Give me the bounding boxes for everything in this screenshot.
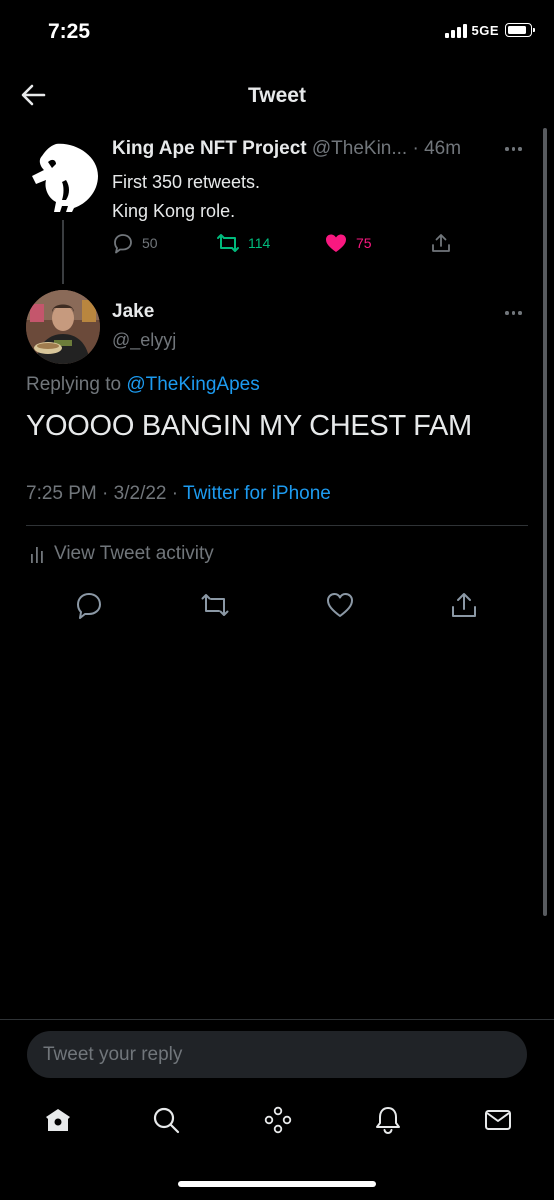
- home-icon: [46, 1109, 70, 1131]
- top-header: Tweet: [0, 64, 554, 124]
- reply-icon: [114, 234, 132, 254]
- parent-action-row: 50 114 75: [112, 232, 462, 256]
- replying-to-label: Replying to: [26, 374, 127, 395]
- reply-avatar[interactable]: [26, 290, 100, 364]
- status-bar: 7:25 5GE: [0, 0, 554, 60]
- tweet-detail-screen: 7:25 5GE Tweet King Ape NFT Project @The…: [0, 0, 554, 1200]
- messages-icon: [485, 1110, 511, 1130]
- signal-strength-icon: [445, 22, 468, 38]
- share-button[interactable]: [449, 590, 479, 620]
- parent-retweet-button[interactable]: 114: [216, 232, 270, 254]
- battery-level: [508, 26, 526, 34]
- parent-reply-button[interactable]: 50: [112, 232, 158, 254]
- parent-tweet-text: First 350 retweets. King Kong role.: [112, 168, 260, 226]
- parent-like-button[interactable]: 75: [324, 232, 372, 254]
- status-indicators: 5GE: [445, 22, 535, 38]
- tab-spaces[interactable]: [262, 1104, 294, 1136]
- parent-tweet-header: King Ape NFT Project @TheKin... · 46m: [112, 138, 461, 160]
- reply-action-row: [0, 590, 554, 624]
- tweet-date: 3/2/22: [113, 483, 167, 504]
- divider: [26, 525, 528, 526]
- bottom-tab-bar: [0, 1100, 554, 1144]
- analytics-icon: [31, 547, 43, 563]
- parent-share-button[interactable]: [430, 232, 452, 254]
- spaces-icon: [264, 1106, 292, 1134]
- scrollbar[interactable]: [543, 128, 547, 916]
- user-photo-icon: [26, 290, 100, 364]
- retweet-button[interactable]: [200, 590, 230, 620]
- reply-compose-box[interactable]: [27, 1031, 527, 1078]
- parent-author-name[interactable]: King Ape NFT Project: [112, 138, 307, 159]
- parent-time-ago: · 46m: [412, 138, 462, 159]
- bottom-divider: [0, 1019, 554, 1020]
- reply-input[interactable]: [43, 1043, 527, 1066]
- tweet-time: 7:25 PM: [26, 483, 97, 504]
- replying-to-mention[interactable]: @TheKingApes: [126, 374, 259, 395]
- like-button[interactable]: [325, 590, 355, 620]
- parent-tweet-line: King Kong role.: [112, 201, 236, 221]
- tweet-source-link[interactable]: Twitter for iPhone: [183, 483, 331, 504]
- reply-button[interactable]: [74, 590, 104, 620]
- reply-author-handle[interactable]: @_elyyj: [112, 330, 176, 351]
- tweet-meta: 7:25 PM · 3/2/22 · Twitter for iPhone: [26, 483, 331, 504]
- parent-reply-count: 50: [142, 235, 158, 251]
- parent-tweet-line: First 350 retweets.: [112, 172, 261, 192]
- replying-to-line: Replying to @TheKingApes: [26, 374, 260, 396]
- heart-filled-icon: [326, 234, 346, 252]
- parent-more-button[interactable]: [505, 144, 527, 154]
- king-ape-logo-icon: [26, 140, 100, 214]
- search-icon: [153, 1107, 180, 1134]
- tab-search[interactable]: [150, 1104, 182, 1136]
- heart-icon: [327, 593, 353, 617]
- view-tweet-activity-label: View Tweet activity: [54, 543, 214, 564]
- reply-icon: [77, 593, 101, 619]
- notifications-icon: [376, 1107, 400, 1135]
- parent-like-count: 75: [356, 235, 372, 251]
- home-indicator[interactable]: [178, 1181, 376, 1187]
- view-tweet-activity-button[interactable]: View Tweet activity: [30, 543, 214, 565]
- retweet-icon: [217, 234, 239, 252]
- share-icon: [452, 593, 476, 617]
- reply-author-name[interactable]: Jake: [112, 301, 154, 323]
- share-icon: [432, 234, 450, 252]
- reply-more-button[interactable]: [505, 308, 527, 318]
- retweet-icon: [201, 594, 229, 616]
- tab-messages[interactable]: [482, 1104, 514, 1136]
- reply-tweet-text: YOOOO BANGIN MY CHEST FAM: [26, 410, 472, 442]
- thread-line: [62, 220, 64, 284]
- status-time: 7:25: [48, 20, 91, 43]
- network-type: 5GE: [471, 22, 499, 38]
- tab-home[interactable]: [42, 1104, 74, 1136]
- parent-retweet-count: 114: [248, 235, 271, 251]
- parent-author-handle[interactable]: @TheKin...: [312, 138, 407, 159]
- page-title: Tweet: [248, 84, 306, 107]
- tab-notifications[interactable]: [372, 1104, 404, 1136]
- battery-icon: [505, 23, 535, 37]
- parent-avatar[interactable]: [26, 140, 100, 214]
